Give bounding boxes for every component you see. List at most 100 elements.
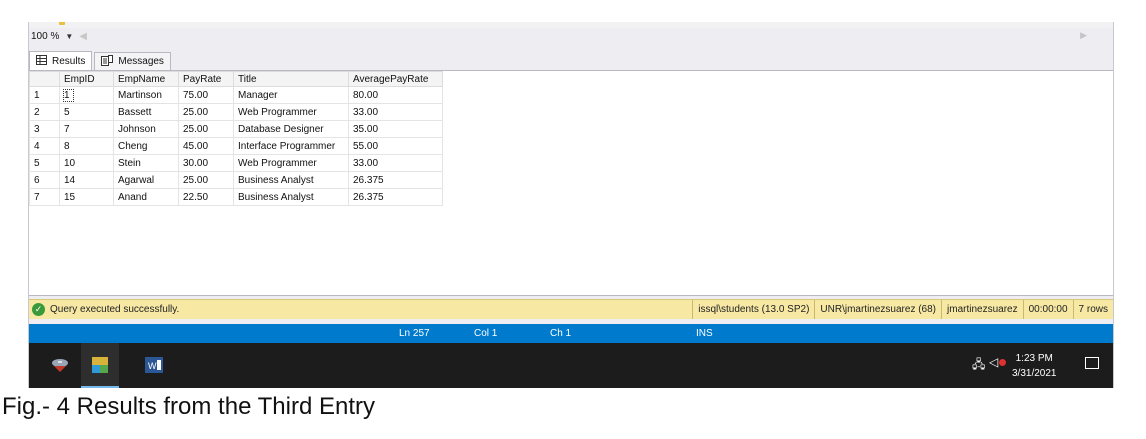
table-row[interactable]: 1 1 Martinson 75.00 Manager 80.00 <box>29 86 443 104</box>
cell-averagepayrate[interactable]: 35.00 <box>348 120 443 138</box>
chevron-down-icon[interactable]: ▼ <box>65 32 73 41</box>
database-info: jmartinezsuarez <box>941 300 1023 319</box>
table-row[interactable]: 4 8 Cheng 45.00 Interface Programmer 55.… <box>29 137 443 155</box>
cell-empid[interactable]: 8 <box>59 137 114 155</box>
elapsed-time: 00:00:00 <box>1022 300 1073 319</box>
cell-empname[interactable]: Johnson <box>113 120 179 138</box>
clock-time: 1:23 PM <box>1015 353 1053 364</box>
column-header-empid[interactable]: EmpID <box>59 71 114 87</box>
notification-icon[interactable] <box>1085 357 1099 369</box>
cell-payrate[interactable]: 75.00 <box>178 86 234 104</box>
taskbar-clock[interactable]: 1:23 PM 3/31/2021 <box>1012 351 1057 381</box>
cell-payrate[interactable]: 25.00 <box>178 171 234 189</box>
row-number[interactable]: 3 <box>29 120 60 138</box>
row-number[interactable]: 1 <box>29 86 60 104</box>
char-number: Ch 1 <box>550 328 572 339</box>
grid-icon <box>36 54 47 68</box>
results-grid[interactable]: EmpID EmpName PayRate Title AveragePayRa… <box>29 70 1113 296</box>
cell-payrate[interactable]: 45.00 <box>178 137 234 155</box>
row-number-header[interactable] <box>29 71 60 87</box>
cell-payrate[interactable]: 30.00 <box>178 154 234 172</box>
selected-cell-value: 1 <box>63 88 74 102</box>
row-number[interactable]: 5 <box>29 154 60 172</box>
cell-title[interactable]: Business Analyst <box>233 171 349 189</box>
query-status-bar: ✓ Query executed successfully. issql\stu… <box>29 299 1113 319</box>
column-header-title[interactable]: Title <box>233 71 349 87</box>
ssms-window: 100 % ▼ ◀ ▶ Results Messages EmpID EmpNa… <box>28 22 1114 388</box>
cell-empid[interactable]: 15 <box>59 188 114 206</box>
cell-empid[interactable]: 14 <box>59 171 114 189</box>
cell-title[interactable]: Database Designer <box>233 120 349 138</box>
clock-date: 3/31/2021 <box>1012 368 1057 379</box>
column-number: Col 1 <box>474 328 498 339</box>
row-number[interactable]: 7 <box>29 188 60 206</box>
table-row[interactable]: 5 10 Stein 30.00 Web Programmer 33.00 <box>29 154 443 172</box>
windows-taskbar: W 🖧 ◁ 1:23 PM 3/31/2021 <box>29 343 1113 388</box>
cell-title[interactable]: Interface Programmer <box>233 137 349 155</box>
cell-empname[interactable]: Stein <box>113 154 179 172</box>
svg-text:W: W <box>148 361 157 371</box>
table-row[interactable]: 6 14 Agarwal 25.00 Business Analyst 26.3… <box>29 171 443 189</box>
visual-studio-icon[interactable] <box>91 356 109 374</box>
row-number[interactable]: 2 <box>29 103 60 121</box>
cell-averagepayrate[interactable]: 26.375 <box>348 171 443 189</box>
server-info: issql\students (13.0 SP2) <box>692 300 814 319</box>
row-count: 7 rows <box>1072 300 1113 319</box>
checkmark-icon: ✓ <box>32 303 45 316</box>
cell-payrate[interactable]: 25.00 <box>178 120 234 138</box>
status-message: Query executed successfully. <box>50 304 180 315</box>
table-row[interactable]: 3 7 Johnson 25.00 Database Designer 35.0… <box>29 120 443 138</box>
cell-empname[interactable]: Martinson <box>113 86 179 104</box>
scroll-right-icon[interactable]: ▶ <box>1080 30 1087 41</box>
tab-messages-label: Messages <box>118 56 164 67</box>
cell-title[interactable]: Business Analyst <box>233 188 349 206</box>
cell-empid[interactable]: 5 <box>59 103 114 121</box>
cell-title[interactable]: Web Programmer <box>233 154 349 172</box>
column-header-empname[interactable]: EmpName <box>113 71 179 87</box>
table-row[interactable]: 7 15 Anand 22.50 Business Analyst 26.375 <box>29 188 443 206</box>
cell-empname[interactable]: Agarwal <box>113 171 179 189</box>
cell-empid[interactable]: 1 <box>59 86 114 104</box>
word-icon[interactable]: W <box>145 356 163 374</box>
results-tabs: Results Messages <box>29 51 171 70</box>
zoom-bar: 100 % ▼ ◀ ▶ <box>29 28 1113 45</box>
insert-mode: INS <box>696 328 713 339</box>
column-header-averagepayrate[interactable]: AveragePayRate <box>348 71 443 87</box>
scroll-left-icon[interactable]: ◀ <box>79 31 87 42</box>
header-row: EmpID EmpName PayRate Title AveragePayRa… <box>29 71 443 87</box>
cell-averagepayrate[interactable]: 33.00 <box>348 103 443 121</box>
toolbar-icon <box>59 22 65 25</box>
table-row[interactable]: 2 5 Bassett 25.00 Web Programmer 33.00 <box>29 103 443 121</box>
zoom-dropdown[interactable]: 100 % ▼ ◀ <box>31 29 87 44</box>
cell-averagepayrate[interactable]: 33.00 <box>348 154 443 172</box>
cell-averagepayrate[interactable]: 26.375 <box>348 188 443 206</box>
network-icon[interactable]: 🖧 <box>972 355 985 376</box>
tab-messages[interactable]: Messages <box>94 52 171 70</box>
tab-results[interactable]: Results <box>29 51 93 70</box>
cell-empid[interactable]: 10 <box>59 154 114 172</box>
cell-title[interactable]: Manager <box>233 86 349 104</box>
messages-icon <box>101 54 114 69</box>
cell-averagepayrate[interactable]: 55.00 <box>348 137 443 155</box>
cell-empname[interactable]: Bassett <box>113 103 179 121</box>
figure-caption: Fig.- 4 Results from the Third Entry <box>2 393 376 420</box>
cell-payrate[interactable]: 22.50 <box>178 188 234 206</box>
column-header-payrate[interactable]: PayRate <box>178 71 234 87</box>
cell-title[interactable]: Web Programmer <box>233 103 349 121</box>
line-number: Ln 257 <box>399 328 430 339</box>
row-number[interactable]: 6 <box>29 171 60 189</box>
muted-badge-icon <box>999 359 1006 366</box>
connection-info: issql\students (13.0 SP2) UNR\jmartinezs… <box>692 300 1113 319</box>
cell-payrate[interactable]: 25.00 <box>178 103 234 121</box>
editor-status-bar: Ln 257 Col 1 Ch 1 INS <box>29 324 1113 343</box>
ssms-app-icon[interactable] <box>51 356 69 374</box>
cell-averagepayrate[interactable]: 80.00 <box>348 86 443 104</box>
login-info: UNR\jmartinezsuarez (68) <box>814 300 941 319</box>
results-table: EmpID EmpName PayRate Title AveragePayRa… <box>29 71 443 206</box>
cell-empname[interactable]: Cheng <box>113 137 179 155</box>
cell-empid[interactable]: 7 <box>59 120 114 138</box>
zoom-value: 100 % <box>31 31 60 42</box>
row-number[interactable]: 4 <box>29 137 60 155</box>
volume-muted-icon[interactable]: ◁ <box>989 355 998 369</box>
cell-empname[interactable]: Anand <box>113 188 179 206</box>
